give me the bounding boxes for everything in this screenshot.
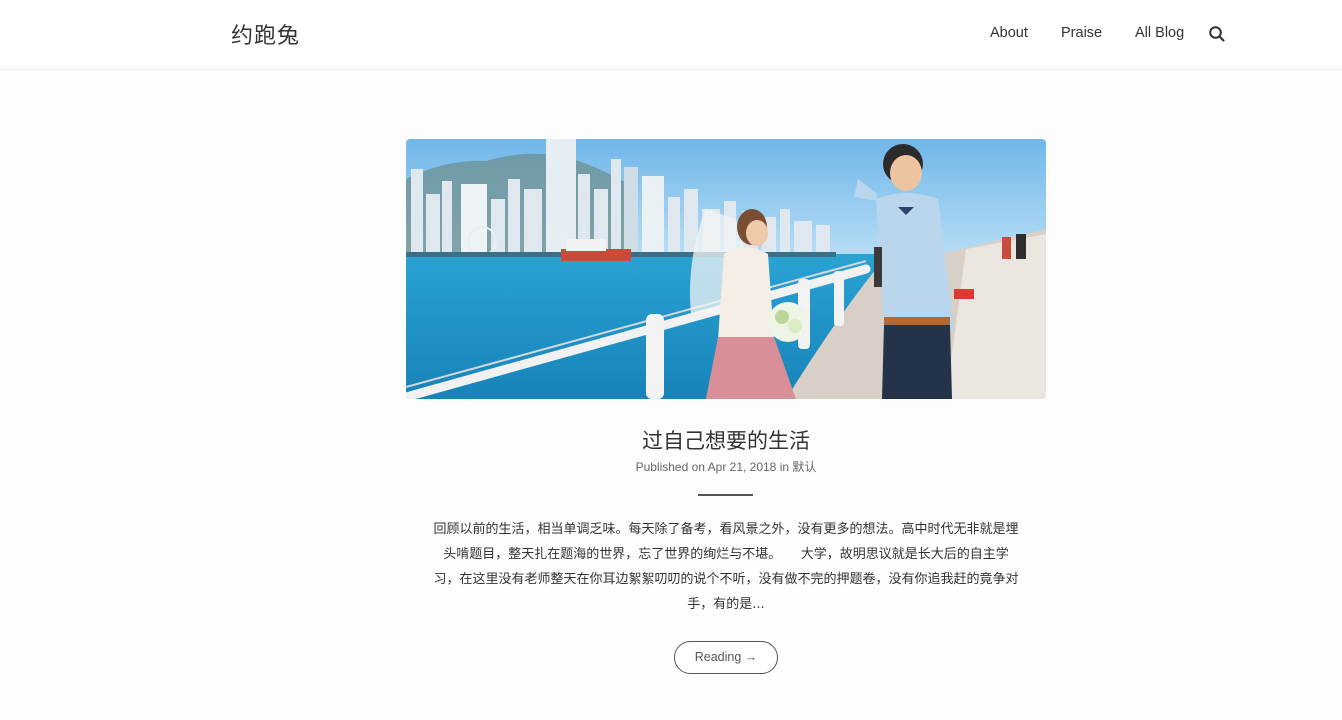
nav-link-praise[interactable]: Praise [1061,25,1102,41]
post-date: Apr 21, 2018 [707,460,777,474]
title-divider [698,494,753,496]
photo-couple-harbor [406,139,1046,399]
read-more-button[interactable]: Reading → [674,641,778,674]
main-nav: About Praise All Blog [0,25,1342,45]
nav-link-about[interactable]: About [990,25,1028,41]
post-excerpt: 回顾以前的生活，相当单调乏味。每天除了备考，看风景之外，没有更多的想法。高中时代… [433,522,1019,612]
post-meta: Published on Apr 21, 2018 in 默认 [406,458,1046,475]
nav-link-all-blog[interactable]: All Blog [1135,25,1184,41]
post-title[interactable]: 过自己想要的生活 [406,425,1046,455]
site-header: 约跑兔 About Praise All Blog [0,0,1342,70]
search-icon[interactable] [1208,25,1226,43]
in-label: in [779,460,790,474]
published-label: Published on [635,460,705,474]
post-featured-image[interactable] [406,139,1046,399]
post-category-link[interactable]: 默认 [792,460,816,474]
